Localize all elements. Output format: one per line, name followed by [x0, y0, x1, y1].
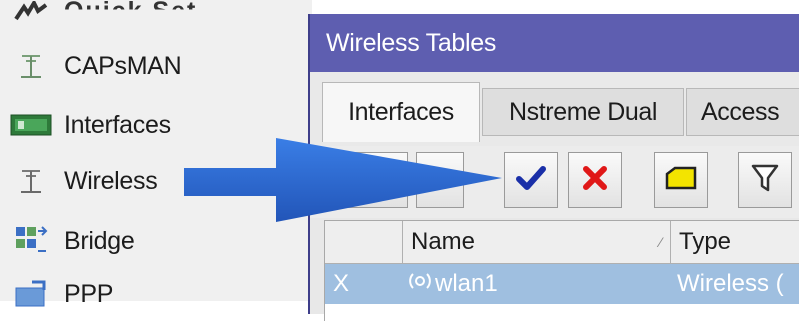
row-name: wlan1 — [409, 264, 671, 304]
filter-icon — [751, 163, 779, 198]
quickset-icon — [8, 0, 54, 27]
window-title: Wireless Tables — [326, 28, 497, 57]
tab-strip: Interfaces Nstreme Dual Access — [310, 72, 799, 146]
menu-item-label: CAPsMAN — [64, 51, 182, 80]
tab-nstreme-dual[interactable]: Nstreme Dual — [482, 88, 684, 136]
column-header-type[interactable]: Type — [671, 221, 799, 263]
bridge-icon — [8, 225, 54, 257]
menu-item-label: PPP — [64, 279, 114, 308]
tab-label: Nstreme Dual — [508, 97, 658, 126]
pointer-arrow-icon — [184, 138, 502, 222]
tab-interfaces[interactable]: Interfaces — [322, 82, 480, 142]
interfaces-icon — [8, 109, 54, 141]
disable-x-icon — [582, 165, 608, 196]
row-type: Wireless ( — [677, 270, 784, 297]
row-flag: X — [333, 270, 350, 297]
menu-item-quick-set[interactable]: Quick Set — [8, 0, 304, 26]
window-title-bar[interactable]: Wireless Tables — [310, 14, 799, 72]
antenna-icon — [8, 165, 54, 197]
filter-button[interactable] — [738, 152, 792, 208]
tab-access[interactable]: Access — [686, 88, 799, 136]
antenna-icon — [8, 50, 54, 82]
menu-item-label: Quick Set — [64, 0, 198, 25]
menu-item-label: Bridge — [64, 226, 135, 255]
menu-item-label: Wireless — [64, 166, 158, 195]
menu-item-capsman[interactable]: CAPsMAN — [8, 38, 304, 94]
ppp-icon — [8, 278, 54, 310]
table-row[interactable]: X wlan1 Wireless ( — [325, 264, 799, 304]
sort-icon: ⁄ — [659, 234, 662, 250]
comment-button[interactable] — [654, 152, 708, 208]
enable-button[interactable] — [504, 152, 558, 208]
tab-label: Interfaces — [348, 98, 454, 126]
enable-check-icon — [516, 165, 546, 196]
disable-button[interactable] — [568, 152, 622, 208]
menu-item-ppp[interactable]: PPP — [8, 266, 304, 322]
menu-item-label: Interfaces — [64, 110, 171, 139]
wireless-interface-icon — [409, 270, 431, 299]
comment-icon — [665, 166, 697, 195]
tab-label: Access — [701, 97, 780, 126]
